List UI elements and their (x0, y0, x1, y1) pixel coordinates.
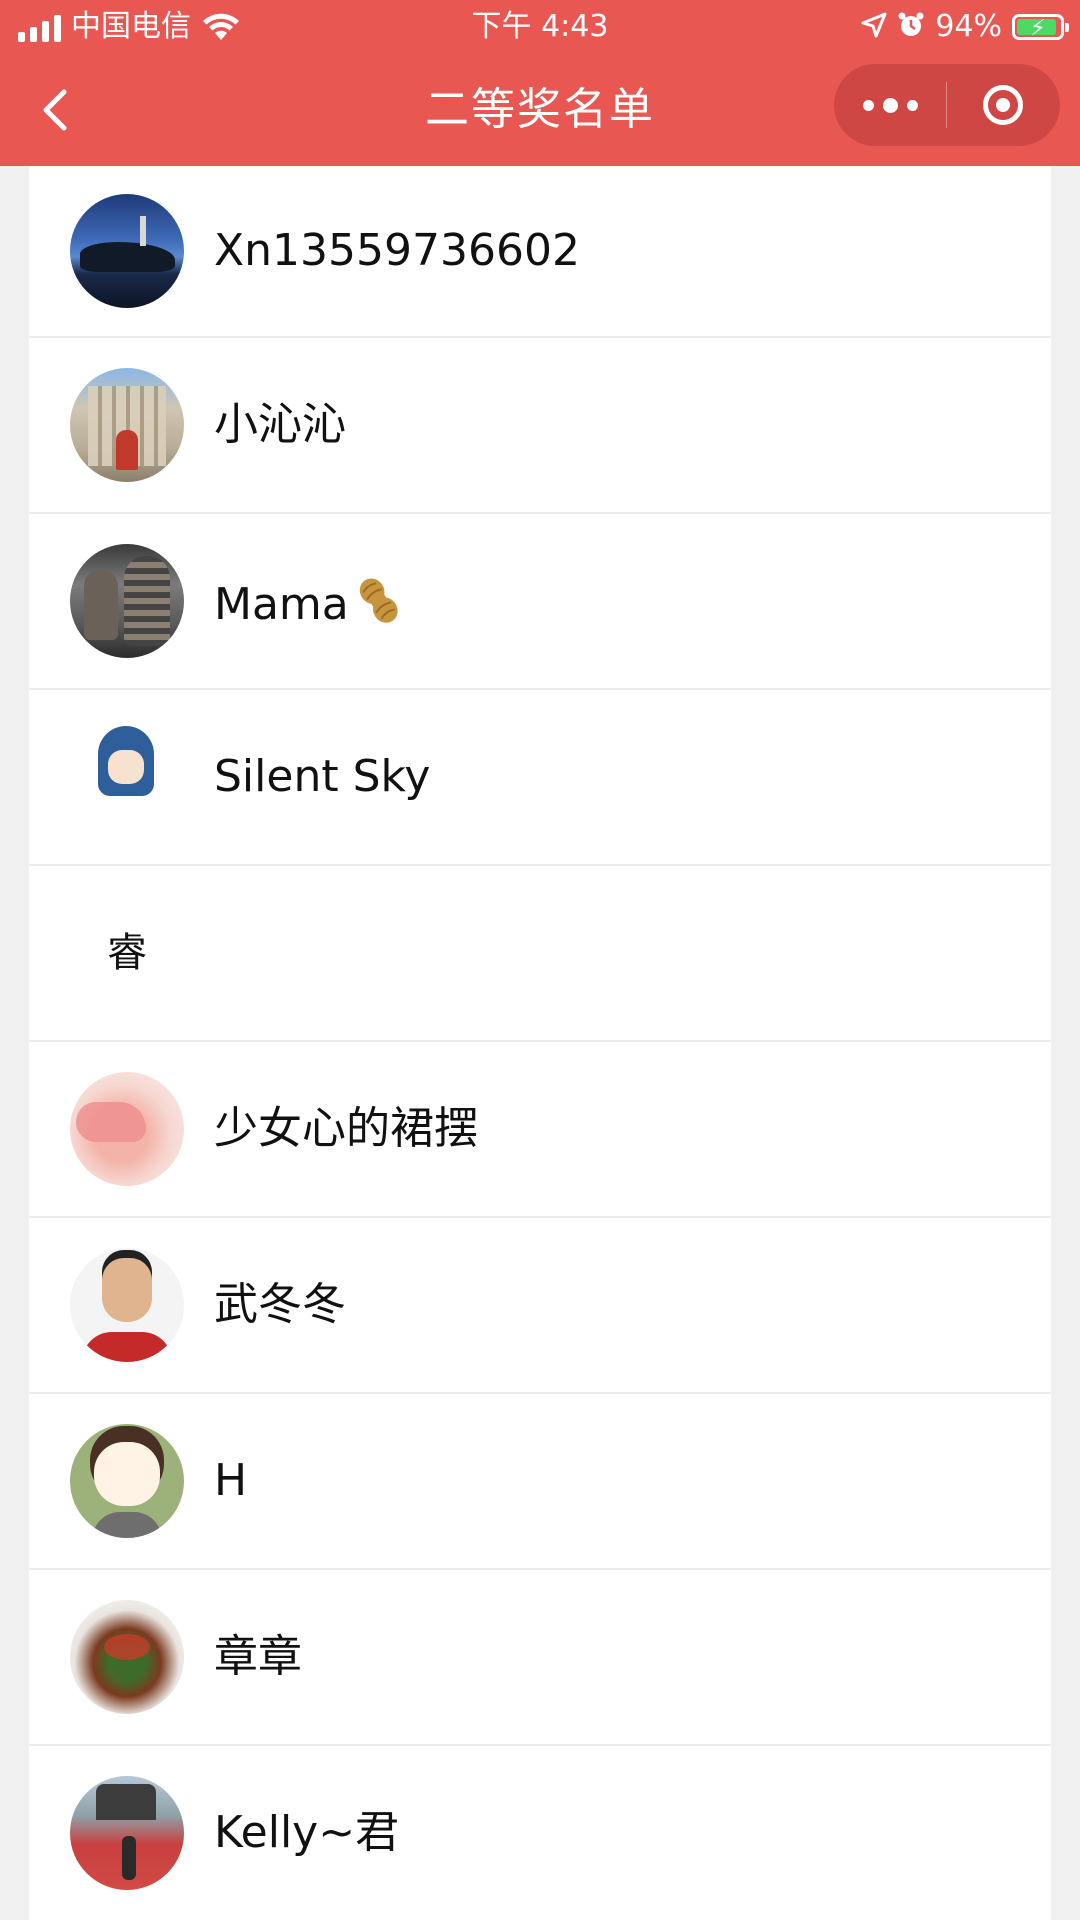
close-button[interactable] (947, 64, 1059, 146)
avatar (70, 1600, 184, 1714)
avatar: 睿 (70, 896, 184, 1010)
alarm-icon (897, 11, 925, 44)
battery-charging-icon: ⚡ (1012, 14, 1069, 40)
charging-bolt-icon: ⚡ (1030, 15, 1046, 40)
avatar (70, 720, 184, 834)
winner-name: 章章 (214, 1631, 302, 1682)
winner-name: Silent Sky (214, 751, 431, 802)
battery-percent: 94% (935, 9, 1002, 44)
list-item[interactable]: 小沁沁 (29, 338, 1051, 514)
status-right: 94% ⚡ (861, 8, 1069, 46)
winner-name: 少女心的裙摆 (214, 1103, 478, 1154)
winner-name: 武冬冬 (214, 1279, 346, 1330)
list-item[interactable]: Mama (29, 514, 1051, 690)
more-dot (882, 97, 898, 113)
avatar (70, 1248, 184, 1362)
avatar (70, 368, 184, 482)
avatar (70, 194, 184, 308)
winner-name: 小沁沁 (214, 399, 346, 450)
avatar (70, 1072, 184, 1186)
top-bar: 中国电信 下午 4:43 94% ⚡ 二等奖名单 (0, 0, 1080, 166)
status-bar: 中国电信 下午 4:43 94% ⚡ (0, 0, 1080, 54)
avatar (70, 1776, 184, 1890)
list-item[interactable]: Silent Sky (29, 690, 1051, 866)
winner-name: Mama (214, 579, 349, 630)
more-button[interactable] (834, 64, 946, 146)
target-dot (996, 98, 1010, 112)
more-dot (906, 99, 918, 111)
target-close-icon (983, 85, 1023, 125)
app-root: 中国电信 下午 4:43 94% ⚡ 二等奖名单 Xn13559736602 小… (0, 0, 1080, 1920)
list-item[interactable]: 睿 (29, 866, 1051, 1042)
navigation-bar: 二等奖名单 (0, 54, 1080, 166)
peanut-emoji-icon (353, 575, 405, 639)
winner-name: Kelly~君 (214, 1807, 400, 1858)
avatar-text: 睿 (107, 930, 147, 976)
list-item[interactable]: 武冬冬 (29, 1218, 1051, 1394)
list-item[interactable]: Xn13559736602 (29, 166, 1051, 338)
list-item[interactable]: 少女心的裙摆 (29, 1042, 1051, 1218)
winner-name: H (214, 1455, 248, 1506)
avatar (70, 544, 184, 658)
list-item[interactable]: 章章 (29, 1570, 1051, 1746)
avatar (70, 1424, 184, 1538)
winner-list: Xn13559736602 小沁沁 Mama Silent Sky 睿 少女心的… (29, 166, 1051, 1920)
list-item[interactable]: H (29, 1394, 1051, 1570)
list-item[interactable]: Kelly~君 (29, 1746, 1051, 1920)
location-icon (861, 12, 887, 43)
winner-name: Xn13559736602 (214, 225, 580, 276)
more-dots-icon (862, 99, 874, 111)
miniprogram-capsule (834, 64, 1060, 146)
winner-name-row: Mama (214, 575, 405, 639)
